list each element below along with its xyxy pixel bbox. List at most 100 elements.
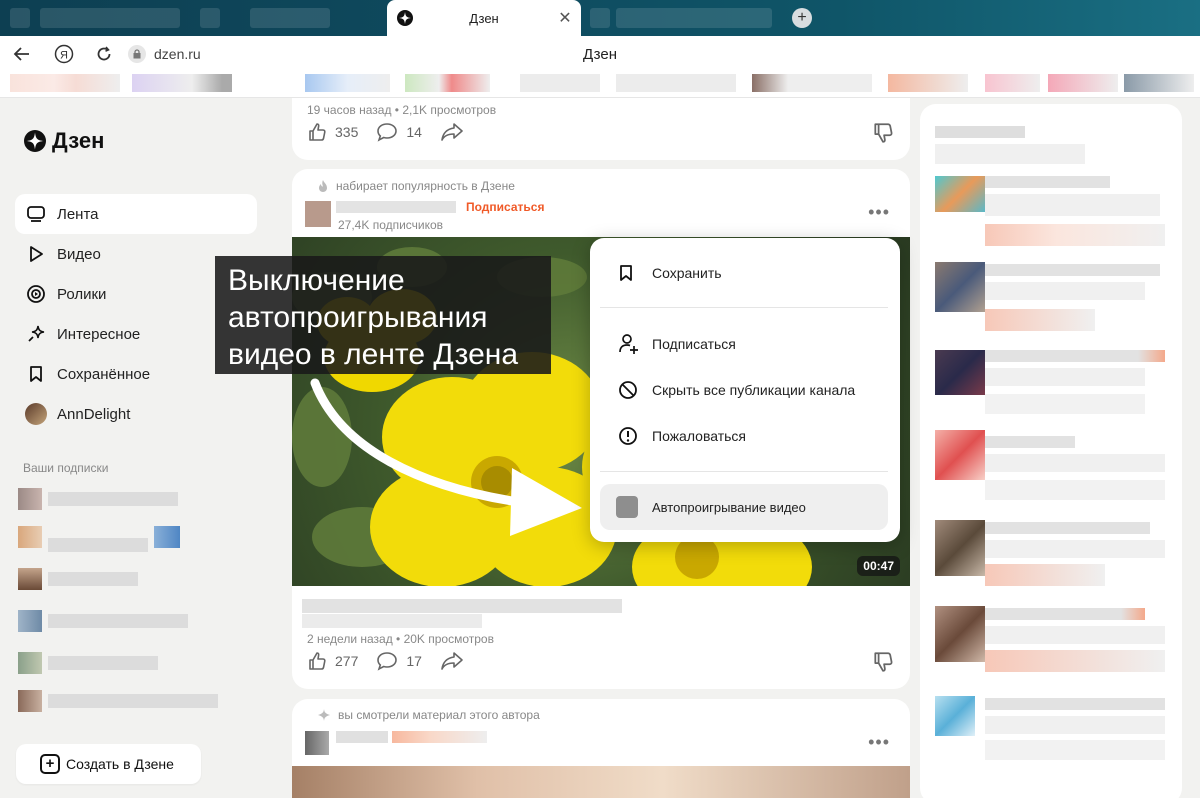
recommendation-thumb[interactable] — [935, 176, 985, 212]
sidebar-item-profile[interactable]: AnnDelight — [15, 394, 257, 434]
recommendation-text-blur[interactable] — [985, 368, 1145, 386]
recommendation-title-blur[interactable] — [985, 608, 1145, 620]
recommendation-thumb[interactable] — [935, 350, 985, 395]
bookmark-item[interactable] — [616, 74, 736, 92]
bookmark-item[interactable] — [405, 74, 490, 92]
title-blur[interactable] — [302, 599, 622, 613]
recommendation-thumb[interactable] — [935, 606, 985, 662]
url-field[interactable]: dzen.ru — [154, 46, 201, 62]
feed-card[interactable]: 19 часов назад • 2,1K просмотров 335 14 — [292, 98, 910, 160]
lock-icon[interactable] — [128, 45, 146, 63]
recommendation-title-blur[interactable] — [985, 264, 1160, 276]
bookmarks-bar — [0, 72, 1200, 98]
create-in-dzen-button[interactable]: + Создать в Дзене — [16, 744, 201, 784]
recommendation-title-blur[interactable] — [985, 698, 1165, 710]
recommendation-thumb[interactable] — [935, 696, 975, 736]
like-button[interactable]: 335 — [307, 122, 358, 142]
channel-name-blur[interactable] — [336, 201, 456, 213]
recommendation-thumb[interactable] — [935, 520, 985, 576]
bookmark-item[interactable] — [1124, 74, 1194, 92]
blurred-tab[interactable] — [250, 8, 330, 28]
blurred-tab[interactable] — [40, 8, 180, 28]
plus-icon: + — [40, 754, 60, 774]
recommendation-text-blur[interactable] — [985, 194, 1160, 216]
close-tab-icon[interactable]: ✕ — [555, 8, 575, 28]
share-button[interactable] — [440, 651, 472, 671]
subscription-item[interactable] — [18, 652, 158, 674]
share-button[interactable] — [440, 122, 472, 142]
bookmark-item[interactable] — [10, 74, 120, 92]
subscribe-blur[interactable] — [392, 731, 487, 743]
video-duration: 00:47 — [857, 556, 900, 576]
title-blur[interactable] — [302, 614, 482, 628]
recommendation-thumb[interactable] — [935, 262, 985, 312]
subscriptions-title: Ваши подписки — [23, 461, 109, 475]
bookmark-item[interactable] — [888, 74, 968, 92]
bookmark-item[interactable] — [520, 74, 600, 92]
subscription-item[interactable] — [18, 690, 218, 712]
recommendation-text-blur[interactable] — [985, 540, 1165, 558]
subscription-item[interactable] — [18, 526, 183, 552]
yandex-icon[interactable]: Я — [48, 38, 80, 70]
more-options-icon[interactable]: ••• — [868, 733, 890, 751]
new-tab-button[interactable]: + — [792, 8, 812, 28]
subscription-item[interactable] — [18, 568, 148, 590]
subscribe-link[interactable]: Подписаться — [466, 200, 544, 214]
channel-name-blur[interactable] — [336, 731, 388, 743]
recommendation-text-blur[interactable] — [985, 650, 1165, 672]
recommendation-thumb[interactable] — [935, 430, 985, 480]
comment-button[interactable]: 17 — [376, 651, 422, 671]
active-tab[interactable]: Дзен ✕ — [387, 0, 581, 36]
dislike-button[interactable] — [872, 122, 894, 149]
recommendation-text-blur[interactable] — [985, 309, 1095, 331]
feed-card[interactable]: вы смотрели материал этого автора ••• — [292, 699, 910, 798]
recommendation-text-blur[interactable] — [985, 626, 1165, 644]
recommendation-text-blur[interactable] — [985, 282, 1145, 300]
subscription-item[interactable] — [18, 488, 178, 510]
sidebar-item-label: AnnDelight — [57, 405, 131, 423]
recommendation-text-blur[interactable] — [985, 564, 1105, 586]
subscription-avatar — [18, 488, 42, 510]
card-thumbnail[interactable] — [292, 766, 910, 798]
recommendation-title-blur[interactable] — [985, 176, 1110, 188]
blurred-tab-icon[interactable] — [200, 8, 220, 28]
recommendation-text-blur[interactable] — [985, 394, 1145, 414]
recommendation-title-blur[interactable] — [985, 522, 1150, 534]
reload-icon[interactable] — [88, 38, 120, 70]
subscription-name-blur — [48, 572, 138, 586]
bookmark-item[interactable] — [1048, 74, 1118, 92]
menu-save[interactable]: Сохранить — [618, 264, 722, 282]
play-icon — [25, 243, 47, 265]
dzen-logo[interactable]: Дзен — [24, 128, 104, 154]
like-button[interactable]: 277 — [307, 651, 358, 671]
back-arrow-icon[interactable] — [6, 38, 38, 70]
menu-subscribe[interactable]: Подписаться — [618, 333, 736, 355]
comment-button[interactable]: 14 — [376, 122, 422, 142]
menu-report[interactable]: Пожаловаться — [618, 426, 746, 446]
recommendation-text-blur[interactable] — [985, 224, 1165, 246]
sidebar-item-label: Сохранённое — [57, 365, 151, 383]
bookmark-item[interactable] — [752, 74, 872, 92]
recommendation-title-blur[interactable] — [985, 350, 1165, 362]
dislike-button[interactable] — [872, 651, 894, 678]
logo-text: Дзен — [52, 128, 105, 153]
menu-hide-channel[interactable]: Скрыть все публикации канала — [618, 380, 855, 400]
channel-avatar[interactable] — [305, 201, 331, 227]
recommendation-text-blur[interactable] — [985, 480, 1165, 500]
sidebar-item-feed[interactable]: Лента — [15, 194, 257, 234]
recommendation-text-blur[interactable] — [985, 716, 1165, 734]
blurred-tab-icon[interactable] — [590, 8, 610, 28]
bookmark-item[interactable] — [132, 74, 232, 92]
more-options-icon[interactable]: ••• — [868, 203, 890, 221]
autoplay-toggle-row[interactable]: Автопроигрывание видео — [600, 484, 888, 530]
blurred-tab-icon[interactable] — [10, 8, 30, 28]
recommendation-title-blur[interactable] — [985, 436, 1075, 448]
bookmark-item[interactable] — [985, 74, 1040, 92]
subscription-item[interactable] — [18, 610, 193, 632]
channel-avatar[interactable] — [305, 731, 329, 755]
recommendation-text-blur[interactable] — [985, 454, 1165, 472]
autoplay-toggle[interactable] — [616, 496, 638, 518]
blurred-tab[interactable] — [616, 8, 772, 28]
bookmark-item[interactable] — [305, 74, 390, 92]
recommendation-text-blur[interactable] — [985, 740, 1165, 760]
